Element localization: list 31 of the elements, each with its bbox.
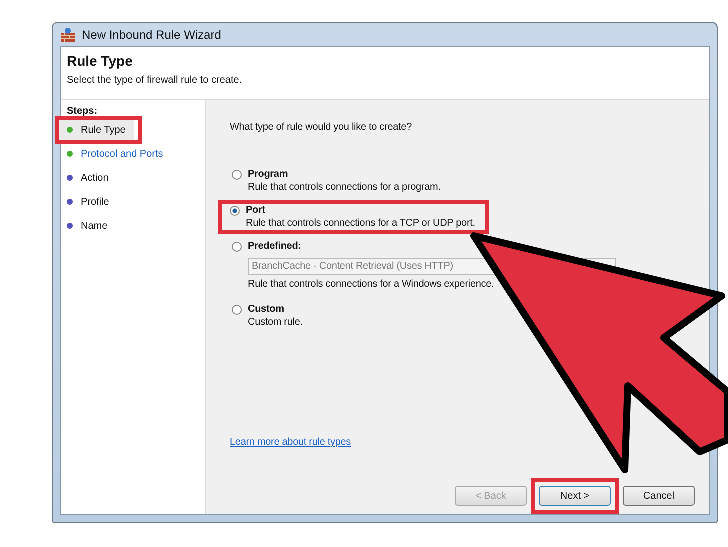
- question-text: What type of rule would you like to create?: [230, 122, 413, 133]
- step-label: Protocol and Ports: [81, 148, 164, 160]
- window-title: New Inbound Rule Wizard: [82, 28, 222, 42]
- option-label[interactable]: Custom: [248, 304, 284, 315]
- wizard-button[interactable]: Next >: [539, 486, 611, 506]
- radio-button[interactable]: [232, 170, 242, 180]
- step-item[interactable]: Protocol and Ports: [59, 144, 172, 164]
- help-link[interactable]: Learn more about rule types: [230, 437, 352, 448]
- radio-button[interactable]: [232, 304, 242, 314]
- option-label[interactable]: Program: [248, 169, 288, 180]
- page-subtitle: Select the type of firewall rule to create.: [67, 75, 244, 86]
- radio-button[interactable]: [232, 242, 242, 252]
- option-description: Custom rule.: [248, 317, 303, 328]
- option-description: Rule that controls connections for a Windows experience.: [248, 279, 496, 290]
- step-label: Rule Type: [81, 124, 126, 136]
- option-description: Rule that controls connections for a TCP or UDP port.: [246, 218, 476, 229]
- option-description: Rule that controls connections for a program.: [248, 182, 441, 193]
- page-title: Rule Type: [67, 53, 134, 69]
- step-label: Name: [81, 220, 108, 232]
- step-item[interactable]: Rule Type: [59, 120, 134, 140]
- step-item[interactable]: Action: [59, 168, 117, 188]
- radio-button[interactable]: [230, 206, 240, 216]
- option-label[interactable]: Port: [246, 205, 266, 216]
- option-label[interactable]: Predefined:: [248, 241, 302, 252]
- steps-heading: Steps:: [66, 106, 99, 117]
- step-item[interactable]: Name: [59, 216, 116, 236]
- wizard-button[interactable]: Cancel: [623, 486, 695, 506]
- step-item[interactable]: Profile: [59, 192, 118, 212]
- firewall-icon: [60, 26, 76, 42]
- step-label: Profile: [81, 196, 110, 208]
- step-label: Action: [81, 172, 109, 184]
